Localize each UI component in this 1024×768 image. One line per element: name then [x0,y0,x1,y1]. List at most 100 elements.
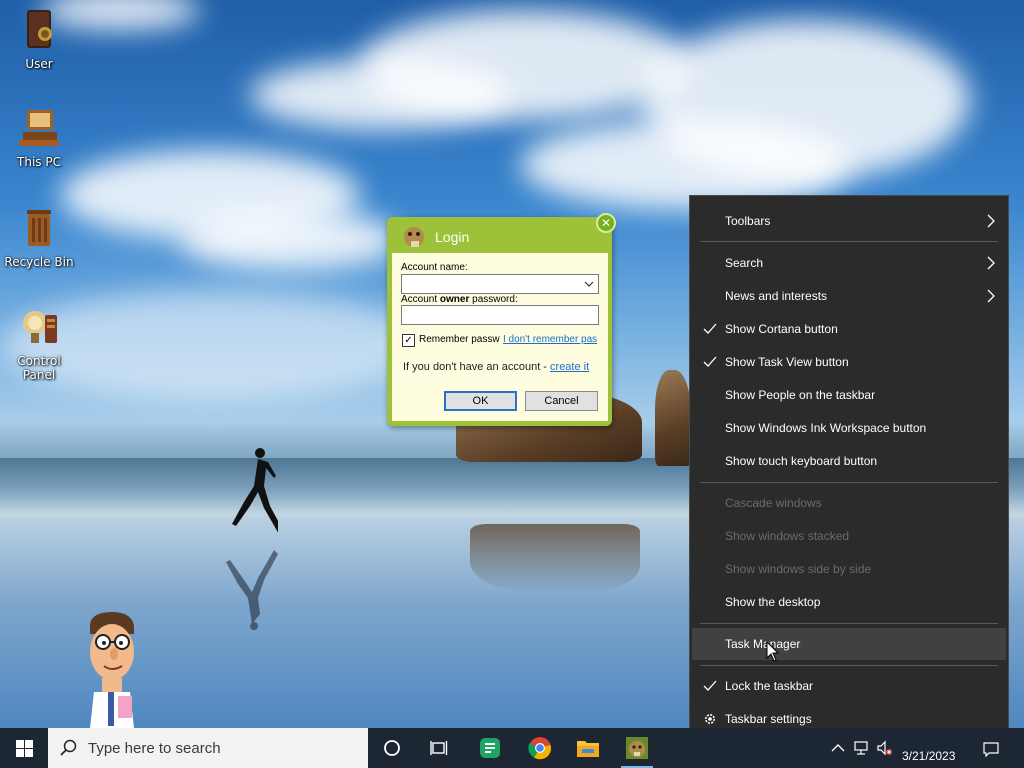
menu-item-label: Taskbar settings [725,712,812,726]
menu-item-show-touch-keyboard[interactable]: Show touch keyboard button [692,445,1006,477]
menu-item-toolbars[interactable]: Toolbars [692,205,1006,237]
checkmark-icon [703,323,717,334]
password-label-owner: owner [439,294,470,305]
menu-separator [700,623,998,624]
mouse-cursor-icon [766,641,780,662]
menu-item-lock-the-taskbar[interactable]: Lock the taskbar [692,670,1006,702]
remember-password-label: Remember passw [419,334,500,345]
cortana-button[interactable] [368,728,416,768]
password-label: Account owner password: [401,294,518,305]
desktop-icon-control-panel[interactable]: Control Panel [0,305,78,382]
task-view-icon [430,741,448,755]
search-placeholder: Type here to search [88,739,221,757]
wallpaper-rock [655,370,691,466]
password-label-pre: Account [401,294,440,305]
volume-muted-icon[interactable] [876,740,892,756]
password-label-post: password: [469,294,518,305]
desktop-icon-recycle-bin[interactable]: Recycle Bin [0,206,78,269]
wallpaper-rock-reflection [470,524,640,594]
login-app-icon [626,737,648,759]
taskbar-search-box[interactable]: Type here to search [48,728,368,768]
chevron-right-icon [987,289,995,303]
sheets-icon [480,738,500,758]
network-icon[interactable] [853,740,869,756]
menu-item-show-ink-workspace[interactable]: Show Windows Ink Workspace button [692,412,1006,444]
menu-item-show-the-desktop[interactable]: Show the desktop [692,586,1006,618]
desktop-icon-user[interactable]: User [0,8,78,71]
menu-item-label: Show Windows Ink Workspace button [725,421,927,435]
notification-center-icon[interactable] [983,741,999,757]
login-app-logo-icon [404,227,424,247]
account-name-dropdown[interactable] [401,274,599,294]
ok-button[interactable]: OK [444,391,517,411]
cancel-button[interactable]: Cancel [525,391,598,411]
menu-item-label: Cascade windows [725,496,822,510]
gear-icon [705,714,715,724]
menu-item-show-cortana-button[interactable]: Show Cortana button [692,313,1006,345]
menu-item-label: Lock the taskbar [725,679,814,693]
menu-item-show-windows-stacked: Show windows stacked [692,520,1006,552]
desktop-icon-label: This PC [17,155,61,169]
no-account-text: If you don't have an account - create it [403,361,589,373]
desktop-icon-label: Recycle Bin [4,255,74,269]
no-account-prompt: If you don't have an account - [403,361,551,373]
file-explorer-icon [577,741,599,757]
taskbar[interactable]: Type here to search 3/21/2023 [0,728,1024,768]
recycle-bin-icon [27,210,51,246]
chrome-icon [528,737,552,760]
windows-logo-icon [15,739,33,757]
menu-item-label: Search [725,256,764,270]
checkmark-icon [703,356,717,367]
runner-silhouette [232,448,278,533]
menu-item-label: Show windows side by side [725,562,872,576]
menu-separator [700,241,998,242]
search-icon [60,739,77,756]
taskbar-app-chrome[interactable] [516,728,564,768]
login-form: Account name: Account owner password: ✓ … [392,253,608,421]
chevron-up-icon[interactable] [830,740,846,756]
menu-item-label: Show touch keyboard button [725,454,878,468]
menu-item-show-task-view-button[interactable]: Show Task View button [692,346,1006,378]
taskbar-app-file-explorer[interactable] [564,728,612,768]
menu-item-label: News and interests [725,289,828,303]
cartoon-assistant-avatar[interactable] [84,610,142,728]
desktop-icon-label: User [25,57,53,71]
menu-item-label: Show People on the taskbar [725,388,876,402]
taskbar-context-menu: Toolbars Search News and interests Show … [689,195,1009,744]
menu-item-label: Toolbars [725,214,771,228]
task-view-button[interactable] [416,728,464,768]
password-field[interactable] [401,305,599,325]
menu-item-cascade-windows: Cascade windows [692,487,1006,519]
start-button[interactable] [0,728,48,768]
create-account-link[interactable]: create it [550,361,589,373]
menu-separator [700,482,998,483]
menu-item-label: Show Cortana button [725,322,838,336]
remember-password-checkbox[interactable]: ✓ [402,334,415,347]
computer-icon [19,110,59,146]
checkmark-icon [703,680,717,691]
login-dialog-title: Login [435,229,470,245]
book-icon [27,10,52,48]
forgot-password-link[interactable]: I don't remember pas [503,334,597,345]
chevron-right-icon [987,256,995,270]
cortana-icon [384,740,400,756]
menu-item-show-windows-side-by-side: Show windows side by side [692,553,1006,585]
menu-item-label: Show windows stacked [725,529,850,543]
chevron-right-icon [987,214,995,228]
menu-item-show-people[interactable]: Show People on the taskbar [692,379,1006,411]
menu-item-task-manager[interactable]: Task Manager [692,628,1006,660]
account-name-label: Account name: [401,262,468,273]
menu-item-search[interactable]: Search [692,247,1006,279]
menu-item-label: Show Task View button [725,355,849,369]
menu-item-news-and-interests[interactable]: News and interests [692,280,1006,312]
desktop-icon-this-pc[interactable]: This PC [0,106,78,169]
taskbar-app-login[interactable] [613,728,661,768]
menu-item-label: Task Manager [725,637,801,651]
control-panel-icon [23,311,57,343]
menu-separator [700,665,998,666]
taskbar-app-sheets[interactable] [466,728,514,768]
taskbar-date[interactable]: 3/21/2023 [902,749,955,763]
runner-reflection [226,550,278,630]
chevron-down-icon [584,281,594,287]
close-icon[interactable]: ✕ [596,213,616,233]
